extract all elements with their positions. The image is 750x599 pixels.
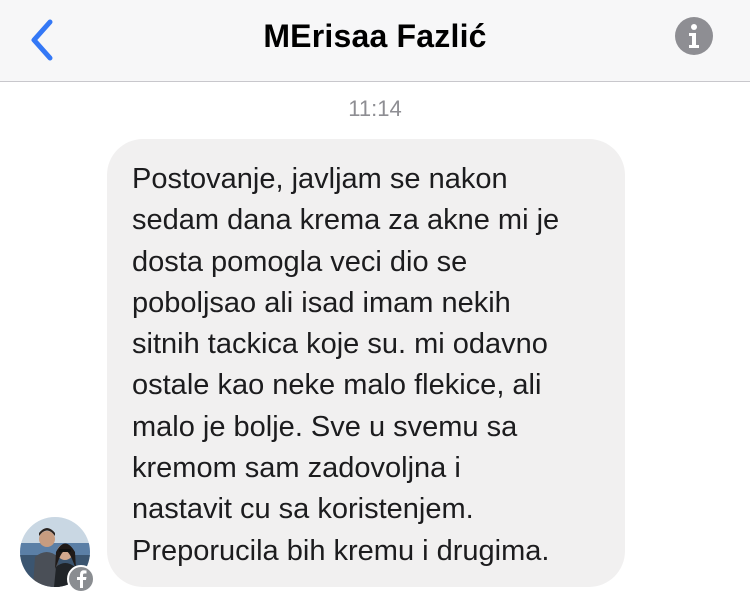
info-icon (675, 17, 713, 55)
message-timestamp: 11:14 (348, 96, 402, 121)
info-button[interactable] (674, 16, 714, 56)
message-line: nastavit cu sa koristenjem. (132, 493, 474, 526)
message-line: poboljsao ali isad imam nekih (132, 286, 511, 319)
message-line: ostale kao neke malo flekice, ali (132, 369, 542, 402)
message-line: Postovanje, javljam se nakon (132, 163, 508, 195)
message-bubble[interactable]: Postovanje, javljam se nakon sedam dana … (107, 139, 625, 587)
message-line: Preporucila bih kremu i drugima. (132, 534, 550, 567)
message-line: kremom sam zadovoljna i (132, 452, 461, 485)
conversation-header: MErisaa Fazlić (0, 0, 750, 82)
message-line: dosta pomogla veci dio se (132, 245, 468, 278)
message-line: sedam dana krema za akne mi je (132, 204, 560, 237)
message-line: sitnih tackica koje su. mi odavno (132, 328, 548, 361)
contact-name-title[interactable]: MErisaa Fazlić (0, 18, 750, 55)
message-line: malo je bolje. Sve u svemu sa (132, 410, 518, 443)
facebook-icon (77, 570, 87, 588)
facebook-badge (67, 565, 95, 593)
